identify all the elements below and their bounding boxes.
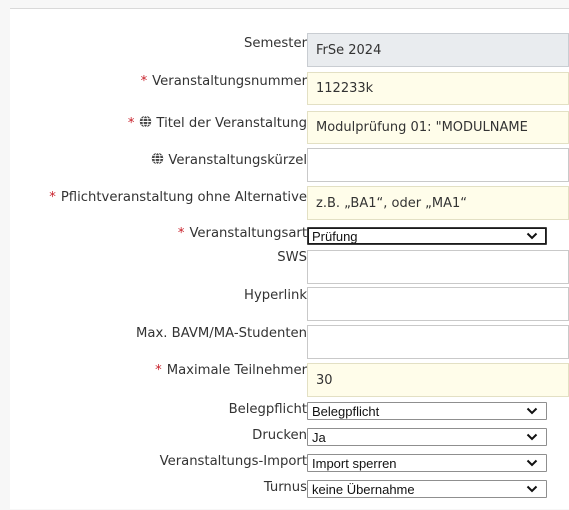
chevron-down-icon — [526, 433, 538, 441]
max-bavm-input[interactable] — [307, 325, 569, 359]
pflicht-label: * Pflichtveranstaltung ohne Alternative — [49, 190, 307, 205]
globe-icon — [140, 115, 152, 128]
kuerzel-label: Veranstaltungskürzel — [151, 152, 307, 168]
required-marker: * — [177, 226, 185, 241]
required-marker: * — [49, 190, 56, 205]
globe-icon — [152, 152, 164, 165]
kuerzel-input[interactable] — [307, 148, 569, 182]
required-marker: * — [127, 116, 135, 131]
hyperlink-label: Hyperlink — [244, 288, 307, 303]
import-select[interactable]: Import sperren — [307, 454, 547, 472]
art-select[interactable]: Prüfung — [307, 227, 547, 245]
turnus-label: Turnus — [263, 480, 307, 495]
veranstaltungsnummer-input[interactable]: 112233k — [307, 72, 569, 105]
belegpflicht-label: Belegpflicht — [228, 402, 307, 417]
semester-field: FrSe 2024 — [307, 33, 569, 67]
required-marker: * — [140, 74, 148, 89]
drucken-select[interactable]: Ja — [307, 428, 547, 446]
belegpflicht-select[interactable]: Belegpflicht — [307, 402, 547, 420]
max-bavm-label: Max. BAVM/MA-Studenten — [136, 326, 307, 341]
max-teilnehmer-label: * Maximale Teilnehmer — [155, 363, 307, 378]
sws-label: SWS — [277, 250, 307, 265]
chevron-down-icon — [526, 232, 538, 240]
veranstaltungsnummer-label: * Veranstaltungsnummer — [140, 74, 307, 89]
titel-input[interactable]: Modulprüfung 01: "MODULNAME — [307, 111, 569, 144]
chevron-down-icon — [526, 485, 538, 493]
titel-label: * Titel der Veranstaltung — [127, 115, 307, 131]
art-label: * Veranstaltungsart — [177, 226, 307, 241]
max-teilnehmer-input[interactable]: 30 — [307, 363, 569, 397]
import-label: Veranstaltungs-Import — [159, 454, 307, 469]
chevron-down-icon — [526, 407, 538, 415]
pflicht-input[interactable]: z.B. „BA1“, oder „MA1“ — [307, 186, 569, 220]
drucken-label: Drucken — [252, 428, 307, 443]
semester-label: Semester — [243, 36, 307, 51]
sws-input[interactable] — [307, 250, 569, 284]
required-marker: * — [155, 363, 162, 378]
hyperlink-input[interactable] — [307, 287, 569, 321]
turnus-select[interactable]: keine Übernahme — [307, 480, 547, 498]
chevron-down-icon — [526, 459, 538, 467]
